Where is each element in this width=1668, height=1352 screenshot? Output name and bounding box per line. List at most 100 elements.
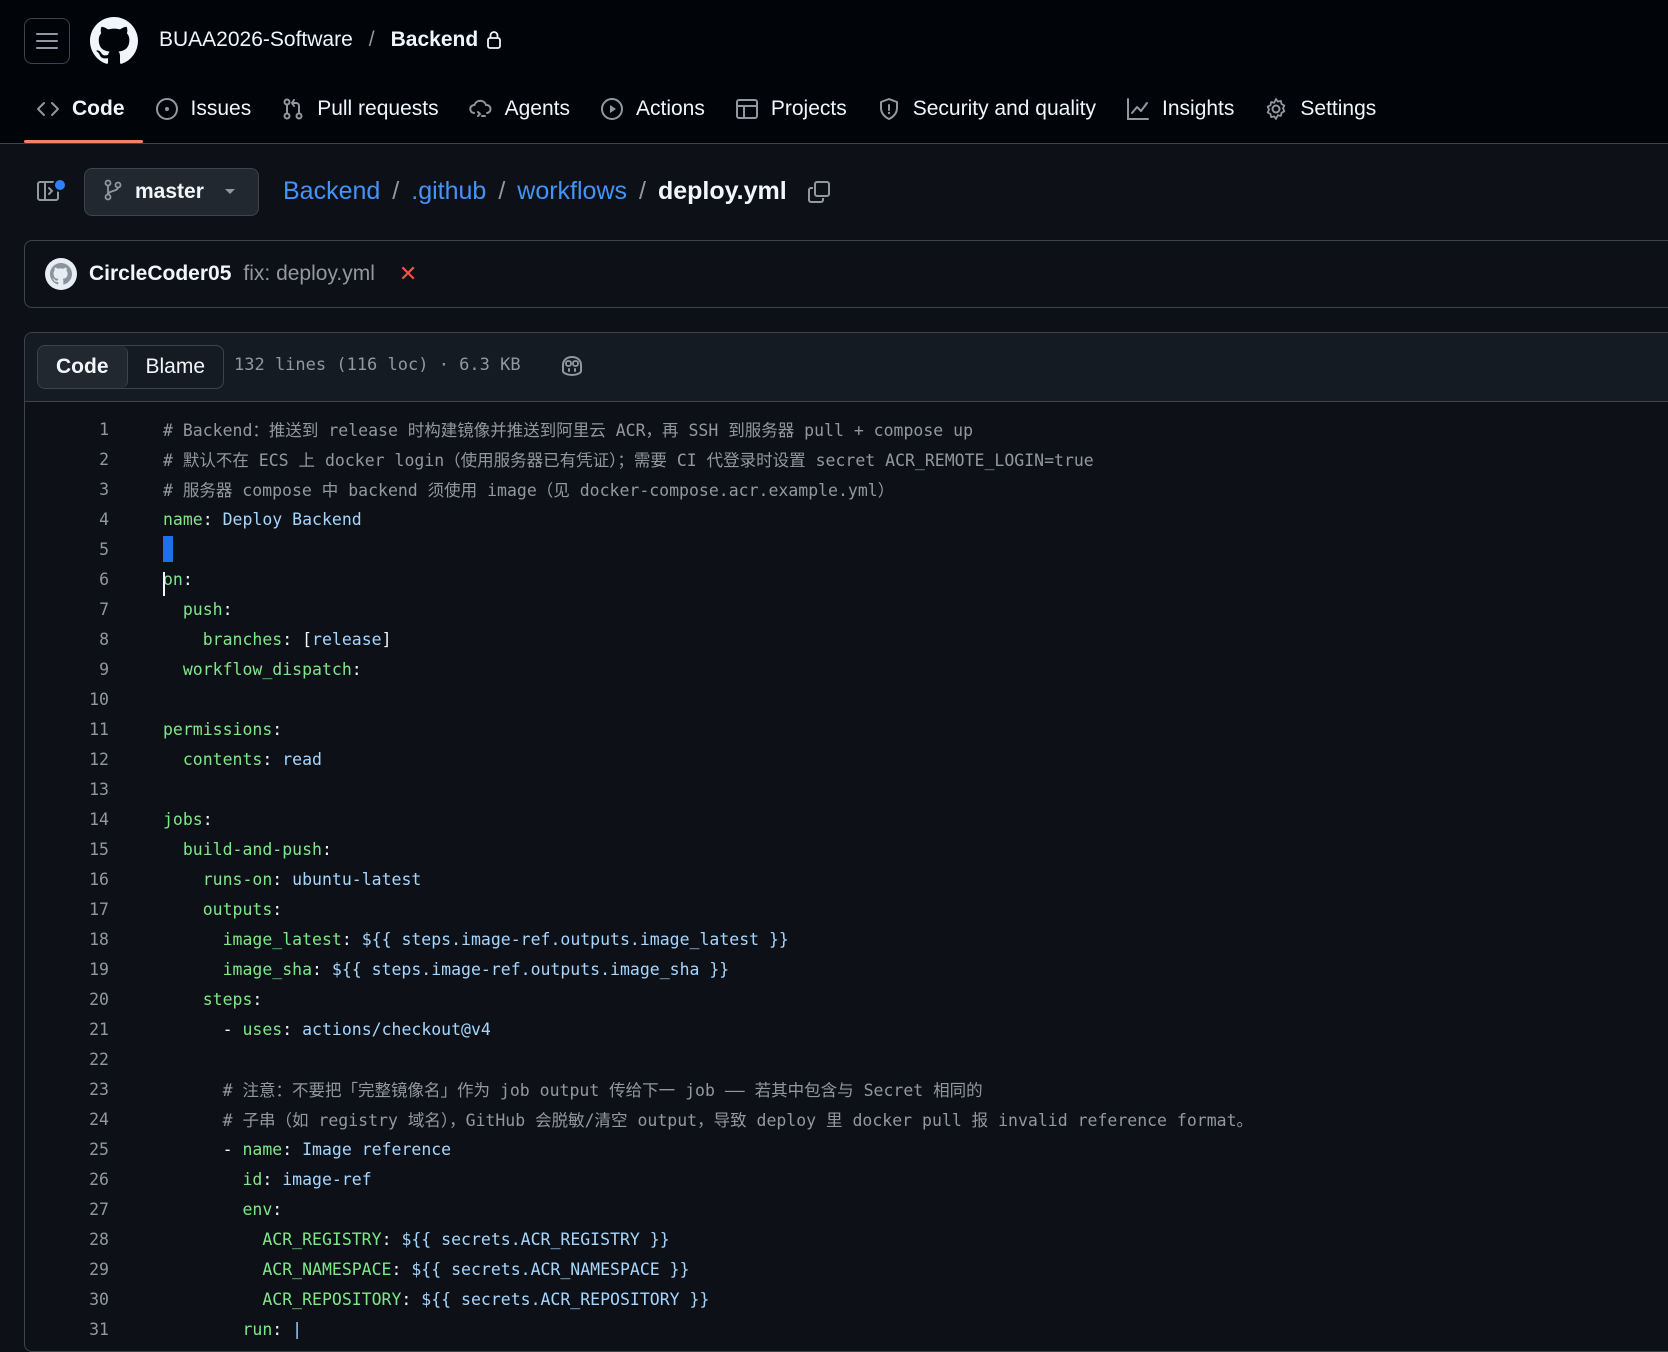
line-number[interactable]: 1: [25, 420, 109, 439]
tab-security[interactable]: Security and quality: [865, 90, 1114, 142]
line-number[interactable]: 15: [25, 840, 109, 859]
code-token: build-and-push: [182, 839, 322, 859]
tab-code[interactable]: Code: [24, 90, 143, 143]
line-number[interactable]: 27: [25, 1200, 109, 1219]
line-number[interactable]: 19: [25, 960, 109, 979]
code-token: :: [312, 959, 332, 979]
line-number[interactable]: 11: [25, 720, 109, 739]
code-line[interactable]: 4 name: Deploy Backend: [25, 504, 1668, 534]
code-line[interactable]: 6 on:: [25, 564, 1668, 596]
code-line[interactable]: 13: [25, 774, 1668, 804]
line-number[interactable]: 14: [25, 810, 109, 829]
code-line[interactable]: 28 ACR_REGISTRY: ${{ secrets.ACR_REGISTR…: [25, 1224, 1668, 1254]
tab-insights[interactable]: Insights: [1114, 90, 1252, 142]
tab-agents[interactable]: Agents: [457, 90, 588, 142]
tab-issues[interactable]: Issues: [143, 90, 270, 142]
code-line[interactable]: 20 steps:: [25, 984, 1668, 1014]
code-token: :: [182, 569, 193, 589]
code-line[interactable]: 30 ACR_REPOSITORY: ${{ secrets.ACR_REPOS…: [25, 1284, 1668, 1314]
copilot-icon[interactable]: [559, 353, 585, 379]
breadcrumb-root-link[interactable]: Backend: [283, 177, 380, 206]
code-icon: [36, 97, 60, 121]
code-line[interactable]: 2 # 默认不在 ECS 上 docker login（使用服务器已有凭证）；需要…: [25, 444, 1668, 474]
code-line[interactable]: 21 - uses: actions/checkout@v4: [25, 1014, 1668, 1044]
code-line[interactable]: 14 jobs:: [25, 804, 1668, 834]
code-line[interactable]: 24 # 子串（如 registry 域名），GitHub 会脱敏/清空 out…: [25, 1104, 1668, 1134]
code-line[interactable]: 31 run: |: [25, 1314, 1668, 1344]
repo-link[interactable]: Backend: [391, 28, 479, 52]
line-content: runs-on: ubuntu-latest: [163, 870, 422, 889]
code-line[interactable]: 18 image_latest: ${{ steps.image-ref.out…: [25, 924, 1668, 954]
line-number[interactable]: 13: [25, 780, 109, 799]
tab-actions[interactable]: Actions: [588, 90, 723, 142]
line-content: workflow_dispatch:: [163, 660, 362, 679]
line-number[interactable]: 4: [25, 510, 109, 529]
code-line[interactable]: 27 env:: [25, 1194, 1668, 1224]
line-number[interactable]: 24: [25, 1110, 109, 1129]
code-line[interactable]: 22: [25, 1044, 1668, 1074]
breadcrumb-workflows-link[interactable]: workflows: [517, 177, 627, 206]
code-line[interactable]: 29 ACR_NAMESPACE: ${{ secrets.ACR_NAMESP…: [25, 1254, 1668, 1284]
code-token: :: [401, 1289, 422, 1309]
line-number[interactable]: 30: [25, 1290, 109, 1309]
owner-link[interactable]: BUAA2026-Software: [159, 28, 353, 52]
code-line[interactable]: 23 # 注意：不要把「完整镜像名」作为 job output 传给下一 job…: [25, 1074, 1668, 1104]
code-line[interactable]: 5: [25, 534, 1668, 564]
code-line[interactable]: 25 - name: Image reference: [25, 1134, 1668, 1164]
line-number[interactable]: 2: [25, 450, 109, 469]
line-number[interactable]: 29: [25, 1260, 109, 1279]
line-number[interactable]: 31: [25, 1320, 109, 1339]
line-number[interactable]: 7: [25, 600, 109, 619]
menu-button[interactable]: [24, 18, 70, 64]
code-line[interactable]: 9 workflow_dispatch:: [25, 654, 1668, 684]
code-token: push: [182, 599, 223, 619]
line-number[interactable]: 6: [25, 570, 109, 589]
line-number[interactable]: 16: [25, 870, 109, 889]
tab-pull-requests[interactable]: Pull requests: [269, 90, 456, 142]
line-number[interactable]: 8: [25, 630, 109, 649]
commit-author[interactable]: CircleCoder05: [89, 262, 231, 286]
line-number[interactable]: 18: [25, 930, 109, 949]
breadcrumb-github-link[interactable]: .github: [411, 177, 486, 206]
code-line[interactable]: 8 branches: [release]: [25, 624, 1668, 654]
code-token: :: [321, 839, 332, 859]
x-icon[interactable]: ✕: [399, 261, 417, 287]
line-number[interactable]: 20: [25, 990, 109, 1009]
code-line[interactable]: 3 # 服务器 compose 中 backend 须使用 image（见 doc…: [25, 474, 1668, 504]
line-number[interactable]: 26: [25, 1170, 109, 1189]
branch-selector[interactable]: master: [84, 168, 259, 216]
tab-blame-view[interactable]: Blame: [128, 346, 224, 388]
code-line[interactable]: 11 permissions:: [25, 714, 1668, 744]
line-number[interactable]: 10: [25, 690, 109, 709]
line-number[interactable]: 12: [25, 750, 109, 769]
line-number[interactable]: 17: [25, 900, 109, 919]
line-number[interactable]: 23: [25, 1080, 109, 1099]
line-number[interactable]: 25: [25, 1140, 109, 1159]
github-logo-icon[interactable]: [90, 17, 138, 65]
code-line[interactable]: 16 runs-on: ubuntu-latest: [25, 864, 1668, 894]
code-line[interactable]: 26 id: image-ref: [25, 1164, 1668, 1194]
code-body[interactable]: 1 # Backend：推送到 release 时构建镜像并推送到阿里云 ACR，…: [25, 402, 1668, 1344]
code-line[interactable]: 15 build-and-push:: [25, 834, 1668, 864]
code-line[interactable]: 17 outputs:: [25, 894, 1668, 924]
line-number[interactable]: 9: [25, 660, 109, 679]
code-line[interactable]: 10: [25, 684, 1668, 714]
code-token: :: [272, 899, 283, 919]
code-line[interactable]: 1 # Backend：推送到 release 时构建镜像并推送到阿里云 ACR，…: [25, 414, 1668, 444]
tab-settings[interactable]: Settings: [1252, 90, 1394, 142]
code-line[interactable]: 7 push:: [25, 594, 1668, 624]
tab-projects[interactable]: Projects: [723, 90, 865, 142]
line-number[interactable]: 22: [25, 1050, 109, 1069]
code-token: :: [202, 809, 213, 829]
tab-code-view[interactable]: Code: [38, 346, 128, 388]
line-number[interactable]: 3: [25, 480, 109, 499]
code-token: # 注意：不要把「完整镜像名」作为 job output 传给下一 job ——…: [222, 1081, 983, 1100]
line-number[interactable]: 21: [25, 1020, 109, 1039]
copy-icon[interactable]: [807, 180, 831, 204]
line-number[interactable]: 28: [25, 1230, 109, 1249]
avatar[interactable]: [45, 258, 77, 290]
line-number[interactable]: 5: [25, 540, 109, 559]
commit-message[interactable]: fix: deploy.yml: [243, 262, 375, 286]
code-line[interactable]: 12 contents: read: [25, 744, 1668, 774]
code-line[interactable]: 19 image_sha: ${{ steps.image-ref.output…: [25, 954, 1668, 984]
